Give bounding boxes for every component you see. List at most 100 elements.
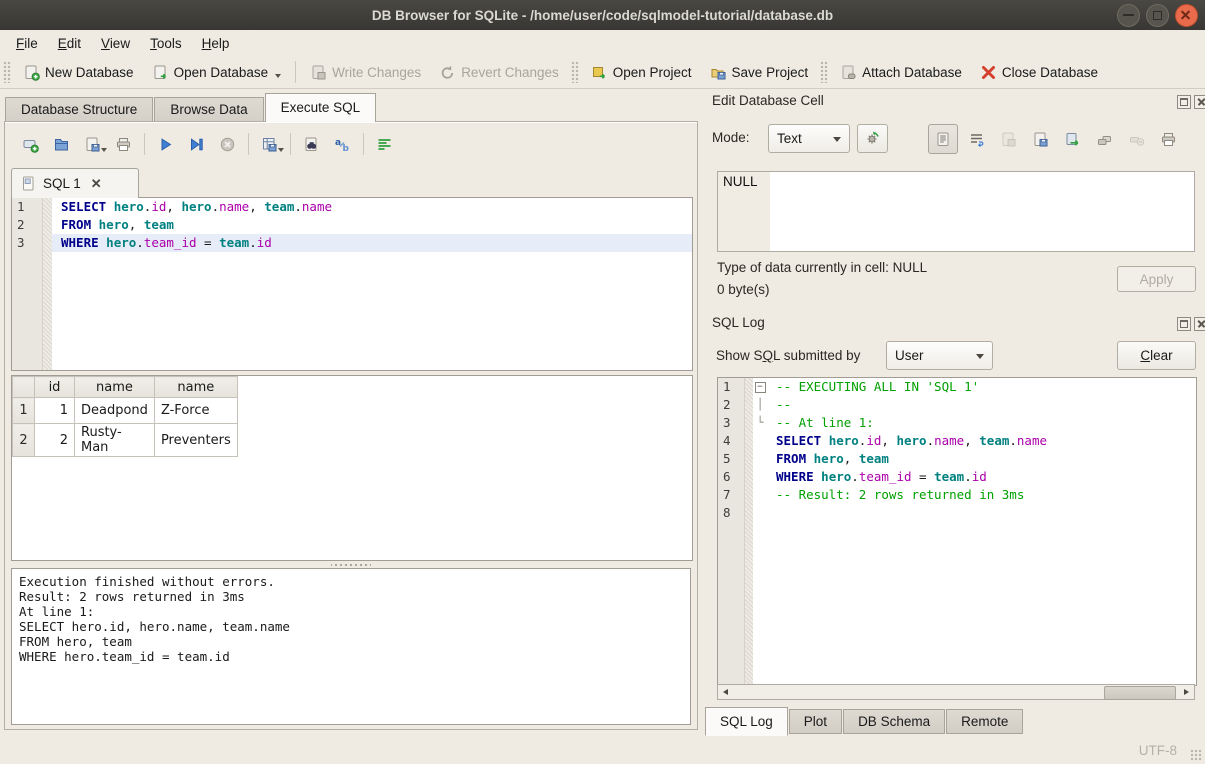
code-line-4: 4SELECT hero.id, hero.name, team.name — [718, 432, 1196, 450]
toolbar-button-label: Close Database — [1002, 65, 1098, 80]
show-sql-label: Show SQL submitted by — [716, 348, 860, 363]
menu-file[interactable]: File — [6, 33, 48, 54]
stop-execution-button[interactable] — [212, 133, 243, 156]
toolbar-button-label: Attach Database — [862, 65, 962, 80]
encoding-indicator[interactable]: UTF-8 — [1139, 743, 1177, 758]
scroll-thumb[interactable] — [1104, 686, 1176, 700]
close-button[interactable] — [1175, 4, 1198, 27]
column-header[interactable]: name — [75, 377, 155, 398]
toolbar-grip[interactable] — [571, 61, 579, 83]
execute-all-button[interactable] — [150, 133, 181, 156]
sql-source-select[interactable]: User — [886, 341, 993, 370]
save-results-icon — [261, 136, 278, 153]
scroll-left-icon[interactable] — [718, 685, 734, 699]
table-cell[interactable]: Rusty-Man — [75, 424, 155, 457]
gear-icon — [864, 130, 881, 147]
fold-collapse-icon[interactable]: − — [755, 382, 766, 393]
open-database-button[interactable]: Open Database — [143, 61, 291, 84]
table-cell[interactable]: Deadpond — [75, 398, 155, 424]
tab-database-structure[interactable]: Database Structure — [5, 97, 153, 122]
code-line-2: 2│-- — [718, 396, 1196, 414]
apply-button[interactable]: Apply — [1117, 266, 1196, 292]
corner-header[interactable] — [13, 377, 35, 398]
new-database-button[interactable]: New Database — [14, 61, 143, 84]
text-mode-button[interactable] — [928, 124, 958, 154]
menu-help[interactable]: Help — [192, 33, 240, 54]
table-cell[interactable]: Preventers — [154, 424, 237, 457]
format-lines-icon — [376, 136, 393, 153]
table-cell[interactable]: 2 — [35, 424, 75, 457]
toolbar-grip[interactable] — [820, 61, 828, 83]
cell-edit-area[interactable]: NULL — [717, 171, 1195, 252]
tab-execute-sql[interactable]: Execute SQL — [265, 93, 377, 122]
results-table: idnamename11DeadpondZ-Force22Rusty-ManPr… — [12, 376, 238, 457]
new-sql-tab-button[interactable] — [15, 133, 46, 156]
tab-remote[interactable]: Remote — [946, 709, 1023, 734]
apply-mode-button[interactable] — [857, 124, 888, 153]
auto-format-button[interactable] — [369, 133, 400, 156]
mode-select[interactable]: Text — [768, 124, 850, 153]
import-data-button[interactable] — [994, 125, 1022, 153]
minimize-button[interactable] — [1117, 4, 1140, 27]
menu-tools[interactable]: Tools — [140, 33, 192, 54]
titlebar[interactable]: DB Browser for SQLite - /home/user/code/… — [0, 0, 1205, 30]
column-header[interactable]: name — [154, 377, 237, 398]
export-data-button[interactable] — [1058, 125, 1086, 153]
save-data-button[interactable] — [1026, 125, 1054, 153]
menu-view[interactable]: View — [91, 33, 140, 54]
format-sql-button[interactable]: ab — [327, 133, 358, 156]
set-null-button[interactable] — [1122, 125, 1150, 153]
sql-editor[interactable]: 1SELECT hero.id, hero.name, team.name2FR… — [11, 197, 693, 371]
results-grid[interactable]: idnamename11DeadpondZ-Force22Rusty-ManPr… — [11, 375, 693, 561]
clear-log-button[interactable]: Clear — [1117, 341, 1196, 370]
dock-tab-bar: SQL LogPlotDB SchemaRemote — [705, 707, 1024, 735]
table-cell[interactable]: Z-Force — [154, 398, 237, 424]
find-replace-icon — [303, 136, 320, 153]
mode-label: Mode: — [712, 130, 750, 145]
execute-current-line-button[interactable] — [181, 133, 212, 156]
close-sql-tab-icon[interactable]: ✕ — [91, 176, 102, 192]
scroll-track[interactable] — [734, 685, 1178, 699]
write-changes-button[interactable]: Write Changes — [301, 61, 430, 84]
save-sql-file-button[interactable] — [77, 133, 108, 156]
save-results-button[interactable] — [254, 133, 285, 156]
attach-database-button[interactable]: Attach Database — [831, 61, 971, 84]
sql-editor-tab[interactable]: SQL 1 ✕ — [11, 168, 139, 198]
close-dock-icon[interactable] — [1194, 95, 1205, 109]
row-header[interactable]: 2 — [13, 424, 35, 457]
toolbar-grip[interactable] — [3, 61, 11, 83]
find-replace-button[interactable] — [296, 133, 327, 156]
open-sql-file-button[interactable] — [46, 133, 77, 156]
tab-plot[interactable]: Plot — [789, 709, 842, 734]
maximize-button[interactable] — [1146, 4, 1169, 27]
word-wrap-button[interactable] — [962, 125, 990, 153]
scroll-right-icon[interactable] — [1178, 685, 1194, 699]
float-dock-icon[interactable] — [1177, 317, 1191, 331]
execute-sql-toolbar: ab — [15, 131, 400, 157]
stop-icon — [219, 136, 236, 153]
close-database-button[interactable]: Close Database — [971, 61, 1107, 84]
table-cell[interactable]: 1 — [35, 398, 75, 424]
import-data-icon — [1000, 131, 1017, 148]
row-header[interactable]: 1 — [13, 398, 35, 424]
code-line-7: 7-- Result: 2 rows returned in 3ms — [718, 486, 1196, 504]
tab-sql-log[interactable]: SQL Log — [705, 707, 788, 736]
resize-grip[interactable] — [1190, 749, 1202, 761]
word-wrap-icon — [968, 131, 985, 148]
float-dock-icon[interactable] — [1177, 95, 1191, 109]
revert-changes-button[interactable]: Revert Changes — [430, 61, 568, 84]
print-cell-button[interactable] — [1154, 125, 1182, 153]
close-dock-icon[interactable] — [1194, 317, 1205, 331]
open-project-button[interactable]: Open Project — [582, 61, 701, 84]
set-null-icon — [1128, 131, 1145, 148]
save-data-icon — [1032, 131, 1049, 148]
tab-browse-data[interactable]: Browse Data — [154, 97, 263, 122]
copy-data-button[interactable] — [1090, 125, 1118, 153]
print-button[interactable] — [108, 133, 139, 156]
column-header[interactable]: id — [35, 377, 75, 398]
tab-db-schema[interactable]: DB Schema — [843, 709, 945, 734]
cell-type-text: Type of data currently in cell: NULL — [717, 260, 927, 275]
save-project-button[interactable]: Save Project — [701, 61, 818, 84]
menu-edit[interactable]: Edit — [48, 33, 91, 54]
svg-text:b: b — [343, 144, 350, 153]
